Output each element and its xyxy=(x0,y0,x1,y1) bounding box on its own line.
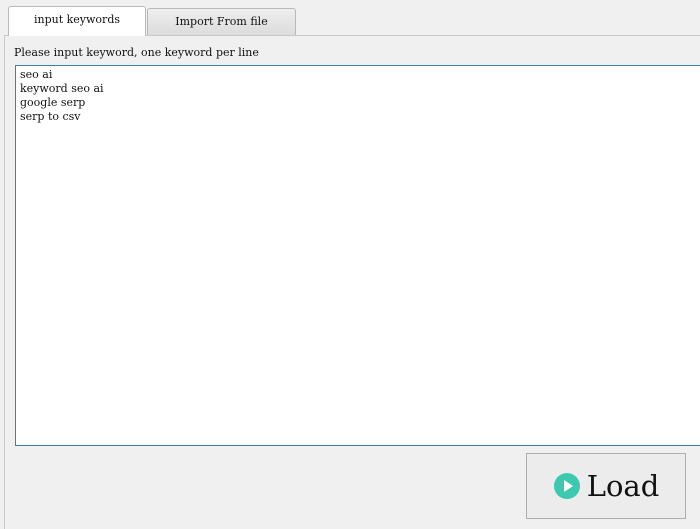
tab-input-keywords[interactable]: input keywords xyxy=(8,6,146,36)
load-button[interactable]: Load xyxy=(526,453,686,519)
tab-import-from-file[interactable]: Import From file xyxy=(147,8,296,35)
keywords-textarea[interactable] xyxy=(15,65,700,446)
load-button-label: Load xyxy=(586,468,660,503)
tab-bar: input keywords Import From file xyxy=(0,0,700,36)
play-icon xyxy=(553,473,580,499)
keyword-input-window: input keywords Import From file Please i… xyxy=(0,0,700,529)
instruction-label: Please input keyword, one keyword per li… xyxy=(14,46,259,59)
